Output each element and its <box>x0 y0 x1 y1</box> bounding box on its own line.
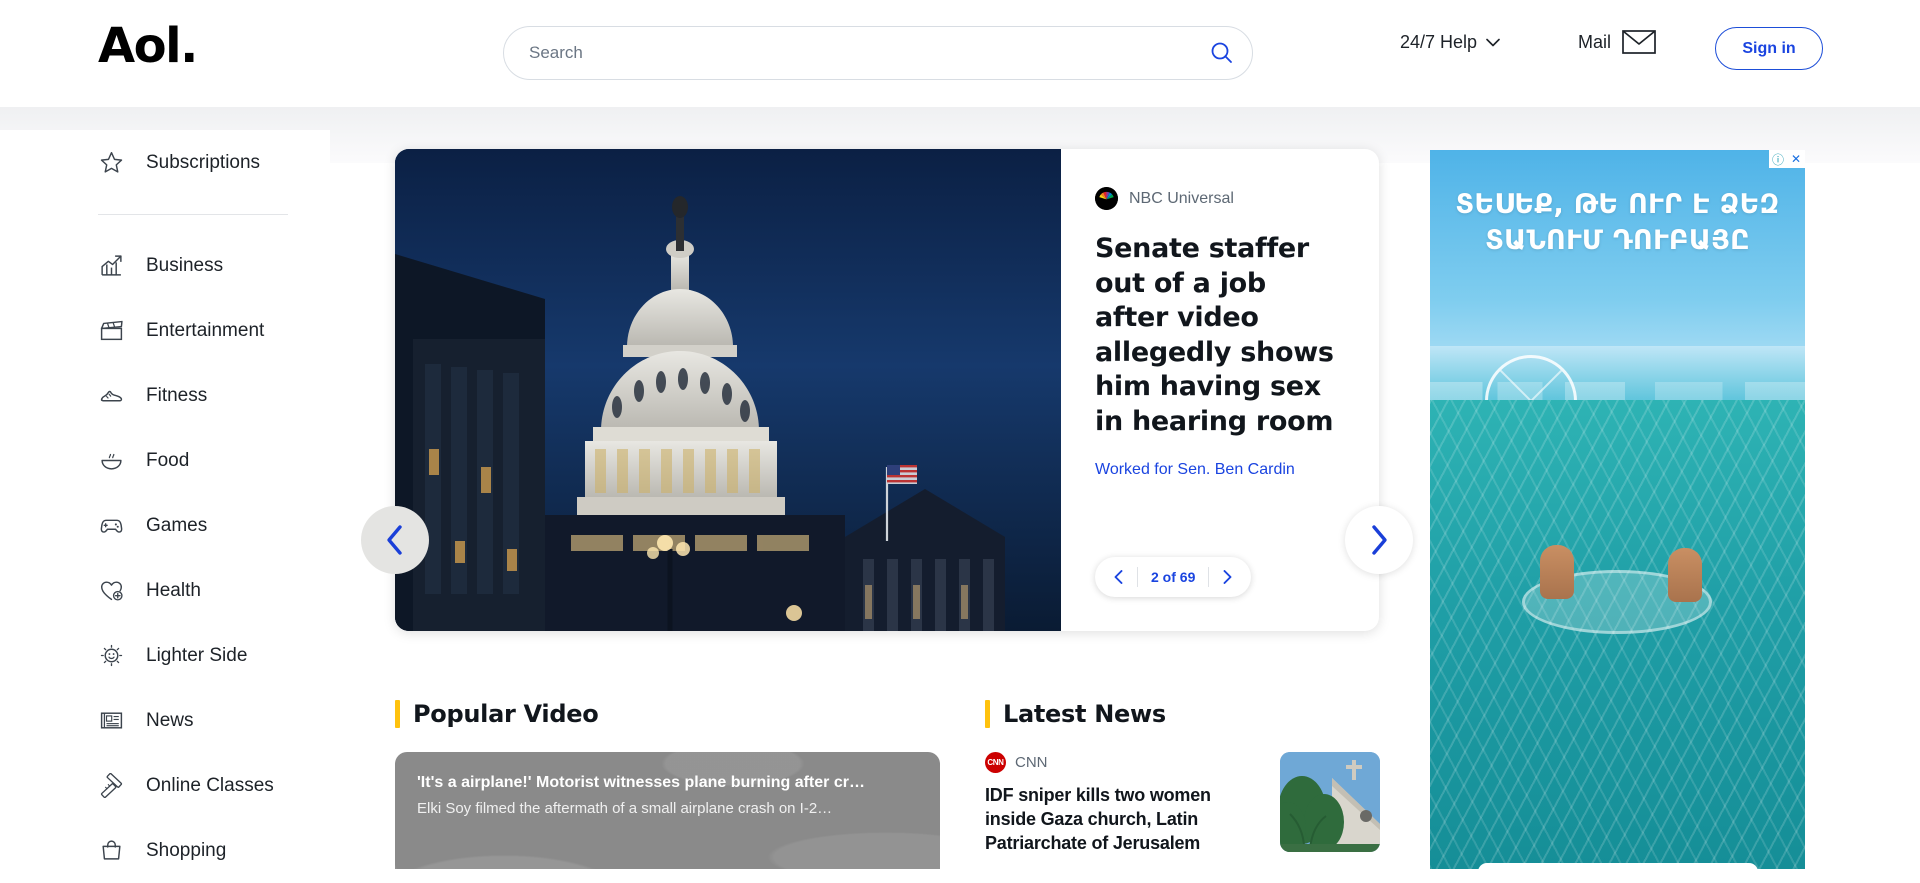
shopping-bag-icon <box>98 838 124 864</box>
sidebar-item-health[interactable]: Health <box>98 558 330 623</box>
chevron-left-icon <box>1114 570 1123 584</box>
sign-in-button[interactable]: Sign in <box>1715 27 1823 70</box>
section-accent-bar <box>395 700 400 728</box>
advertisement-banner[interactable]: ⓘ ✕ ՏԵՍԵՔ, ԹԵ ՈՒՐ Է ՁԵԶ ՏԱՆՈՒՄ ԴՈՒԲԱՅԸ Ս… <box>1430 150 1805 869</box>
newspaper-icon <box>98 708 124 734</box>
ad-person-right <box>1668 548 1702 602</box>
search-input[interactable] <box>504 43 1192 63</box>
sidebar-item-business[interactable]: Business <box>98 233 330 298</box>
hero-source-name: NBC Universal <box>1129 189 1234 207</box>
church-thumbnail-illustration <box>1280 752 1380 852</box>
star-icon <box>98 150 124 176</box>
latest-news-title: Latest News <box>1003 700 1166 728</box>
sidebar-item-games[interactable]: Games <box>98 493 330 558</box>
help-menu-button[interactable]: 24/7 Help <box>1400 32 1500 53</box>
sidebar-item-label: Shopping <box>146 839 227 861</box>
gamepad-icon <box>98 513 124 539</box>
chevron-left-icon <box>387 525 402 555</box>
popular-video-card-title: 'It's a airplane!' Motorist witnesses pl… <box>417 774 865 791</box>
list-item[interactable]: CNN CNN IDF sniper kills two women insid… <box>985 752 1380 856</box>
chevron-down-icon <box>1486 38 1500 47</box>
news-item-source-name: CNN <box>1015 754 1048 771</box>
ad-controls[interactable]: ⓘ ✕ <box>1769 150 1805 168</box>
news-item-source: CNN CNN <box>985 752 1262 773</box>
sidebar-nav: Subscriptions Business Entertainment Fit… <box>0 130 330 869</box>
sidebar-item-label: Fitness <box>146 384 208 406</box>
search-bar[interactable] <box>503 26 1253 80</box>
popular-video-card-desc: Elki Soy filmed the aftermath of a small… <box>417 800 833 817</box>
hero-carousel-card[interactable]: NBC Universal Senate staffer out of a jo… <box>361 149 1413 631</box>
ad-pool-water-background <box>1430 400 1805 869</box>
sidebar-item-label: Business <box>146 254 224 276</box>
hero-article-body: NBC Universal Senate staffer out of a jo… <box>1061 149 1379 631</box>
chart-growth-icon <box>98 253 124 279</box>
pagination-next-button[interactable] <box>1209 558 1246 596</box>
sidebar-divider <box>98 214 288 215</box>
sidebar-item-label: Entertainment <box>146 319 265 341</box>
hero-source: NBC Universal <box>1095 187 1345 210</box>
hero-pagination[interactable]: 2 of 69 <box>1095 557 1252 597</box>
envelope-icon <box>1622 30 1656 54</box>
carousel-prev-button[interactable] <box>361 506 429 574</box>
chevron-right-icon <box>1223 570 1232 584</box>
adchoices-info-icon[interactable]: ⓘ <box>1769 150 1787 168</box>
aol-logo[interactable]: Aol. <box>98 22 198 70</box>
carousel-next-button[interactable] <box>1345 506 1413 574</box>
help-label: 24/7 Help <box>1400 32 1478 52</box>
sidebar-item-entertainment[interactable]: Entertainment <box>98 298 330 363</box>
heart-plus-icon <box>98 578 124 604</box>
news-item-headline: IDF sniper kills two women inside Gaza c… <box>985 785 1211 853</box>
hero-image[interactable] <box>395 149 1061 631</box>
popular-video-section-header: Popular Video <box>395 700 599 728</box>
ruler-pencil-icon <box>98 773 124 799</box>
section-accent-bar <box>985 700 990 728</box>
clapperboard-icon <box>98 318 124 344</box>
mail-label: Mail <box>1578 31 1612 52</box>
sidebar-item-label: Subscriptions <box>146 151 261 173</box>
cnn-logo-icon: CNN <box>985 752 1006 773</box>
mail-button[interactable]: Mail <box>1578 30 1656 54</box>
popular-video-card[interactable]: 'It's a airplane!' Motorist witnesses pl… <box>395 752 940 869</box>
ad-headline: ՏԵՍԵՔ, ԹԵ ՈՒՐ Է ՁԵԶ ՏԱՆՈՒՄ ԴՈՒԲԱՅԸ <box>1455 189 1780 256</box>
ad-close-icon[interactable]: ✕ <box>1787 150 1805 168</box>
sidebar-item-label: Games <box>146 514 208 536</box>
latest-news-section-header: Latest News <box>985 700 1166 728</box>
nbc-universal-logo-icon <box>1095 187 1118 210</box>
sidebar-item-label: Food <box>146 449 190 471</box>
chevron-right-icon <box>1372 525 1387 555</box>
search-icon <box>1211 42 1232 63</box>
popular-video-title: Popular Video <box>413 700 599 728</box>
pagination-prev-button[interactable] <box>1100 558 1137 596</box>
hero-headline[interactable]: Senate staffer out of a job after video … <box>1095 232 1345 439</box>
sidebar-item-online-classes[interactable]: Online Classes <box>98 753 330 818</box>
sneaker-icon <box>98 383 124 409</box>
sidebar-item-label: Online Classes <box>146 774 274 796</box>
bowl-icon <box>98 448 124 474</box>
sidebar-item-label: Health <box>146 579 201 601</box>
sidebar-item-label: News <box>146 709 194 731</box>
sidebar-item-food[interactable]: Food <box>98 428 330 493</box>
pagination-count: 2 of 69 <box>1151 569 1196 585</box>
sidebar-item-fitness[interactable]: Fitness <box>98 363 330 428</box>
hero-subtitle-link[interactable]: Worked for Sen. Ben Cardin <box>1095 461 1345 479</box>
sidebar-item-lighter-side[interactable]: Lighter Side <box>98 623 330 688</box>
search-button[interactable] <box>1192 27 1252 79</box>
news-item-thumbnail[interactable] <box>1280 752 1380 852</box>
sidebar-item-subscriptions[interactable]: Subscriptions <box>98 130 330 195</box>
ad-cta-button[interactable]: ՍԿՍԵՔ ԱՅՍՏԵՂ <box>1478 863 1758 869</box>
sidebar-item-shopping[interactable]: Shopping <box>98 818 330 883</box>
ad-person-left <box>1540 545 1574 599</box>
news-item-text: CNN CNN IDF sniper kills two women insid… <box>985 752 1262 856</box>
sidebar-item-news[interactable]: News <box>98 688 330 753</box>
site-header: Aol. 24/7 Help Mail Sign in <box>0 0 1920 107</box>
sun-smile-icon <box>98 643 124 669</box>
capitol-building-illustration <box>395 149 1061 631</box>
sidebar-item-label: Lighter Side <box>146 644 248 666</box>
